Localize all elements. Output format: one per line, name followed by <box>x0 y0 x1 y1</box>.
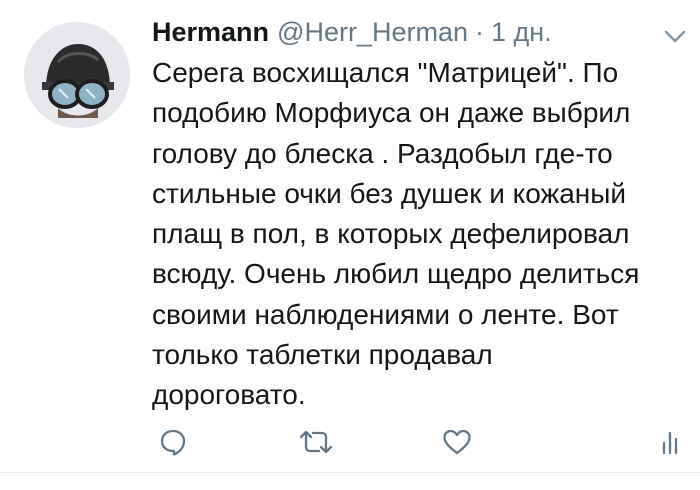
header-separator: · <box>474 17 484 47</box>
analytics-icon <box>662 431 678 455</box>
tweet-header: Hermann @Herr_Herman · 1 дн. <box>152 14 552 50</box>
tweet-text-line: всюду. Очень любил щедро делиться <box>152 258 640 290</box>
reply-icon <box>160 429 186 456</box>
tweet-text-line: только таблетки продавал <box>152 339 493 371</box>
tweet-menu-button[interactable] <box>662 28 688 46</box>
like-button[interactable] <box>441 420 473 464</box>
tweet-text-line: своими наблюдениями о ленте. Вот <box>152 298 619 330</box>
tweet-text-line: стильные очки без душек и кожаный <box>152 177 627 209</box>
tweet-text-line: Серега восхищался "Матрицей". По <box>152 57 619 88</box>
tweet-divider <box>0 472 700 473</box>
author-display-name[interactable]: Hermann <box>152 14 269 50</box>
author-handle[interactable]: @Herr_Herman <box>277 14 468 50</box>
reply-button[interactable] <box>158 420 188 464</box>
tweet[interactable]: Hermann @Herr_Herman · 1 дн. Серега восх… <box>0 0 700 490</box>
tweet-actions <box>0 420 700 464</box>
retweet-button[interactable] <box>297 420 335 464</box>
heart-icon <box>443 429 471 455</box>
analytics-button[interactable] <box>660 420 680 464</box>
chevron-down-icon <box>664 30 686 43</box>
tweet-text-line: дороговато. <box>152 379 306 411</box>
avatar[interactable] <box>24 22 130 128</box>
retweet-icon <box>299 430 333 454</box>
tweet-text-line: подобию Морфиуса он даже выбрил <box>152 97 631 129</box>
tweet-text-line: голову до блеска . Раздобыл где-то <box>152 137 613 169</box>
tweet-timestamp[interactable]: 1 дн. <box>491 14 552 50</box>
tweet-text: Серега восхищался "Матрицей". По подобию… <box>152 53 697 416</box>
tweet-text-line: плащ в пол, в которых дефелировал <box>152 218 630 250</box>
avatar-helmet-goggles-icon <box>24 22 130 128</box>
